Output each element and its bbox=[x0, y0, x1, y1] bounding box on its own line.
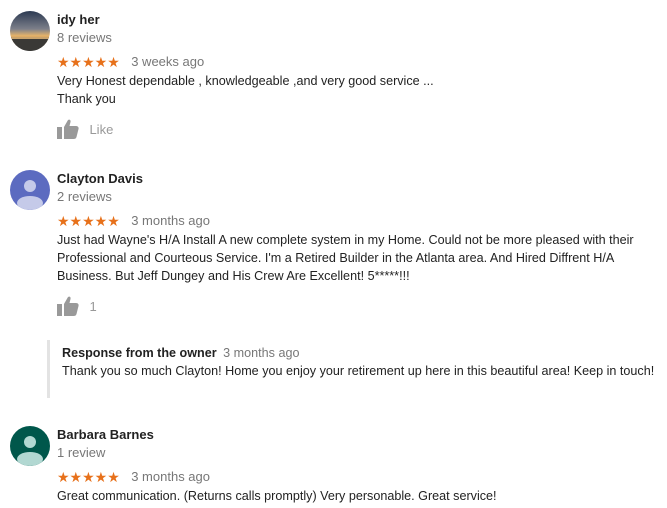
star-rating: ★★★★★ bbox=[57, 53, 120, 70]
rating-row: ★★★★★ 3 months ago bbox=[57, 212, 210, 229]
review-date: 3 weeks ago bbox=[131, 53, 205, 69]
rating-row: ★★★★★ 3 weeks ago bbox=[57, 53, 205, 70]
review-date: 3 months ago bbox=[131, 468, 210, 484]
reviewer-name[interactable]: Barbara Barnes bbox=[57, 427, 154, 442]
reviewer-name[interactable]: idy her bbox=[57, 12, 100, 27]
rating-row: ★★★★★ 3 months ago bbox=[57, 468, 210, 485]
review-text: Very Honest dependable , knowledgeable ,… bbox=[57, 72, 665, 108]
person-icon bbox=[10, 170, 50, 210]
reviewer-avatar[interactable] bbox=[10, 170, 50, 210]
person-icon bbox=[10, 426, 50, 466]
reviewer-review-count: 1 review bbox=[57, 445, 106, 460]
star-rating: ★★★★★ bbox=[57, 212, 120, 229]
review-text-line: Very Honest dependable , knowledgeable ,… bbox=[57, 74, 434, 88]
owner-response-header: Response from the owner 3 months ago bbox=[62, 340, 663, 362]
review-text: Great communication. (Returns calls prom… bbox=[57, 489, 497, 503]
like-button[interactable]: Like bbox=[57, 119, 113, 141]
reviewer-avatar[interactable] bbox=[10, 426, 50, 466]
thumbs-up-icon bbox=[57, 119, 79, 139]
thumbs-up-icon bbox=[57, 296, 79, 316]
owner-response-title: Response from the owner bbox=[62, 346, 217, 360]
like-count: 1 bbox=[89, 298, 97, 314]
sunset-photo-icon bbox=[10, 11, 50, 51]
review-date: 3 months ago bbox=[131, 212, 210, 228]
reviewer-avatar[interactable] bbox=[10, 11, 50, 51]
like-button[interactable]: 1 bbox=[57, 296, 97, 318]
owner-response-date: 3 months ago bbox=[223, 346, 300, 360]
star-rating: ★★★★★ bbox=[57, 468, 120, 485]
owner-response: Response from the owner 3 months ago Tha… bbox=[47, 340, 663, 398]
review-text-line: Thank you bbox=[57, 92, 116, 106]
owner-response-text: Thank you so much Clayton! Home you enjo… bbox=[62, 364, 655, 378]
like-label: Like bbox=[89, 121, 114, 137]
reviewer-review-count: 2 reviews bbox=[57, 189, 112, 204]
reviewer-review-count: 8 reviews bbox=[57, 30, 112, 45]
review-text: Just had Wayne's H/A Install A new compl… bbox=[57, 233, 634, 283]
reviewer-name[interactable]: Clayton Davis bbox=[57, 171, 143, 186]
